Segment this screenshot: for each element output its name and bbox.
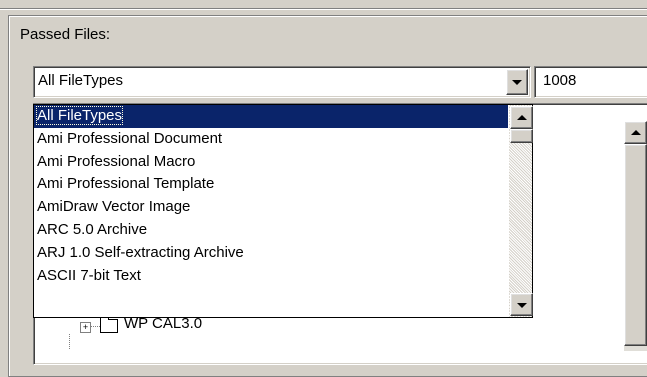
dropdown-scroll-thumb[interactable] — [510, 129, 533, 143]
list-item[interactable]: AmiDraw Vector Image — [34, 196, 508, 219]
tree-scroll-thumb[interactable] — [624, 144, 647, 346]
top-separator — [0, 8, 647, 10]
filetype-combo[interactable]: All FileTypes — [33, 66, 531, 98]
group-label: Passed Files: — [18, 26, 113, 43]
tree-scroll-up-button[interactable] — [624, 121, 647, 144]
up-arrow-icon — [630, 129, 641, 135]
expand-icon[interactable]: + — [80, 322, 91, 333]
up-arrow-icon — [516, 114, 527, 120]
filetype-dropdown-list[interactable]: All FileTypes Ami Professional Document … — [33, 104, 533, 318]
list-item[interactable]: Ami Professional Macro — [34, 151, 508, 174]
tree-connector-branch — [90, 326, 100, 327]
filetype-dropdown-button[interactable] — [506, 69, 528, 95]
file-count-value: 1008 — [543, 72, 577, 89]
down-arrow-icon — [516, 302, 527, 308]
list-item[interactable]: ARJ 1.0 Self-extracting Archive — [34, 242, 508, 265]
list-item[interactable]: ASCII 7-bit Text — [34, 265, 508, 288]
list-item[interactable]: ARC 5.0 Archive — [34, 219, 508, 242]
file-count-field[interactable]: 1008 — [534, 66, 647, 98]
tree-scrollbar[interactable] — [624, 121, 647, 351]
filetype-options: All FileTypes Ami Professional Document … — [34, 105, 508, 317]
dropdown-scroll-up-button[interactable] — [510, 106, 533, 129]
filetype-combo-value: All FileTypes — [38, 72, 124, 89]
folder-icon — [100, 316, 118, 333]
list-item[interactable]: All FileTypes — [34, 105, 508, 128]
dropdown-scroll-down-button[interactable] — [510, 293, 533, 316]
list-item[interactable]: Ami Professional Template — [34, 173, 508, 196]
tree-connector-line — [69, 334, 71, 349]
chevron-down-icon — [512, 80, 522, 85]
list-item[interactable]: Ami Professional Document — [34, 128, 508, 151]
dropdown-scrollbar[interactable] — [509, 105, 533, 317]
